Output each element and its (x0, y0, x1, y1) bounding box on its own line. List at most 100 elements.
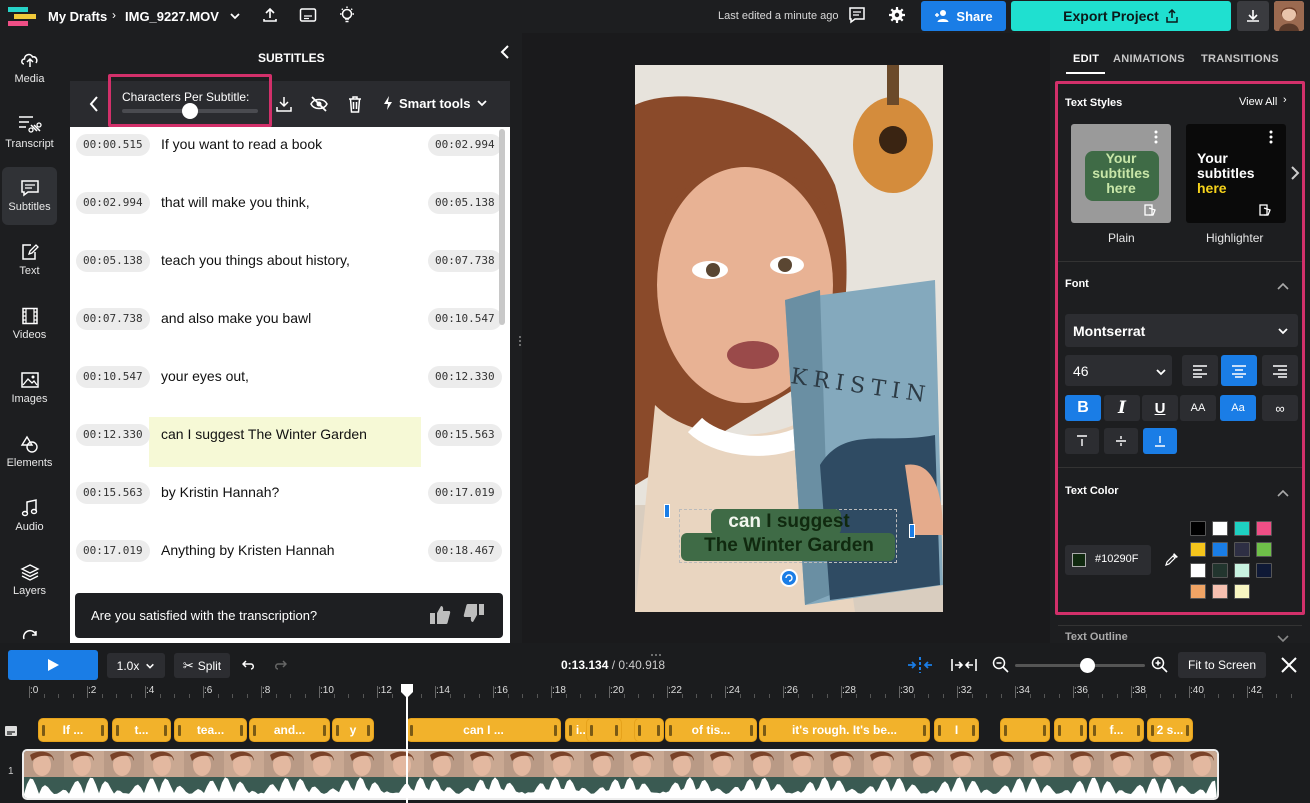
more-options-icon[interactable] (1268, 130, 1274, 149)
subtitle-row[interactable]: 00:12.330 can I suggest The Winter Garden… (70, 417, 502, 475)
subtitle-row[interactable]: 00:17.019 Anything by Kristen Hannah 00:18… (70, 533, 502, 591)
color-swatch[interactable] (1212, 584, 1228, 599)
subtitle-clip[interactable] (634, 718, 664, 742)
rotate-handle-icon[interactable] (780, 569, 798, 587)
zoom-in-icon[interactable] (1151, 656, 1169, 679)
align-left-button[interactable] (1182, 355, 1218, 386)
fit-arrows-icon[interactable] (950, 656, 978, 679)
zoom-slider-thumb[interactable] (1079, 658, 1095, 673)
end-timestamp[interactable]: 00:10.547 (428, 308, 502, 330)
valign-middle-button[interactable] (1104, 428, 1138, 454)
close-timeline-icon[interactable] (1280, 656, 1298, 679)
sidebar-item-layers[interactable]: Layers (2, 551, 57, 609)
upload-icon[interactable] (261, 6, 279, 29)
align-center-button[interactable] (1221, 355, 1257, 386)
video-track-clip[interactable] (22, 749, 1219, 800)
subtitle-text[interactable]: that will make you think, (161, 194, 310, 210)
end-timestamp[interactable]: 00:07.738 (428, 250, 502, 272)
settings-gear-icon[interactable] (888, 6, 906, 29)
subtitle-clip[interactable]: can I ... (406, 718, 561, 742)
color-swatch[interactable] (1190, 584, 1206, 599)
thumbs-down-icon[interactable] (463, 603, 485, 628)
end-timestamp[interactable]: 00:15.563 (428, 424, 502, 446)
start-timestamp[interactable]: 00:07.738 (76, 308, 150, 330)
ligature-button[interactable]: ∞ (1262, 395, 1298, 421)
color-swatch[interactable] (1234, 563, 1250, 578)
color-swatch[interactable] (1256, 563, 1272, 578)
back-arrow-icon[interactable] (88, 95, 100, 118)
color-swatch[interactable] (1212, 521, 1228, 536)
subtitle-clip[interactable]: it's rough. It's be... (759, 718, 930, 742)
color-swatch[interactable] (1256, 542, 1272, 557)
sentence-case-button[interactable]: Aa (1220, 395, 1256, 421)
video-canvas[interactable]: KRISTIN HANNAH can I suggest The Winter … (635, 65, 943, 612)
valign-top-button[interactable] (1065, 428, 1099, 454)
delete-trash-icon[interactable] (346, 94, 364, 119)
bold-button[interactable]: B (1065, 395, 1101, 421)
eyedropper-icon[interactable] (1165, 552, 1179, 571)
snap-split-icon[interactable] (906, 656, 934, 679)
subtitle-clip[interactable]: f... (1089, 718, 1144, 742)
color-swatch[interactable] (1212, 563, 1228, 578)
subtitle-clip[interactable]: tea... (174, 718, 247, 742)
subtitle-clip[interactable]: of tis... (665, 718, 757, 742)
start-timestamp[interactable]: 00:00.515 (76, 134, 150, 156)
captions-icon[interactable] (299, 7, 317, 28)
start-timestamp[interactable]: 00:05.138 (76, 250, 150, 272)
export-project-button[interactable]: Export Project (1011, 1, 1231, 31)
app-logo[interactable] (8, 6, 38, 33)
start-timestamp[interactable]: 00:15.563 (76, 482, 150, 504)
subtitle-row[interactable]: 00:07.738 and also make you bawl 00:10.547 (70, 301, 502, 359)
color-swatch[interactable] (1190, 521, 1206, 536)
subtitle-text[interactable]: Anything by Kristen Hannah (161, 542, 335, 558)
font-size-select[interactable]: 46 (1065, 355, 1172, 386)
start-timestamp[interactable]: 00:12.330 (76, 424, 150, 446)
color-swatch[interactable] (1234, 521, 1250, 536)
sidebar-item-media[interactable]: Media (2, 39, 57, 97)
subtitle-row[interactable]: 00:15.563 by Kristin Hannah? 00:17.019 (70, 475, 502, 533)
breadcrumb-root[interactable]: My Drafts (48, 9, 107, 24)
subtitle-row[interactable]: 00:05.138 teach you things about history,… (70, 243, 502, 301)
redo-icon[interactable] (273, 658, 288, 676)
start-timestamp[interactable]: 00:17.019 (76, 540, 150, 562)
subtitle-clip[interactable]: 2 s... (1147, 718, 1193, 742)
sidebar-item-elements[interactable]: Elements (2, 423, 57, 481)
undo-icon[interactable] (241, 658, 256, 676)
sidebar-item-audio[interactable]: Audio (2, 487, 57, 545)
subtitle-clip[interactable] (1054, 718, 1087, 742)
end-timestamp[interactable]: 00:02.994 (428, 134, 502, 156)
download-subtitles-icon[interactable] (275, 95, 293, 118)
underline-button[interactable]: U (1142, 395, 1178, 421)
italic-button[interactable]: I (1104, 395, 1140, 421)
valign-bottom-button[interactable] (1143, 428, 1177, 454)
subtitle-clip[interactable]: y (332, 718, 374, 742)
lightbulb-icon[interactable] (337, 5, 357, 30)
end-timestamp[interactable]: 00:18.467 (428, 540, 502, 562)
style-card-plain[interactable]: Your subtitles here (1071, 124, 1171, 223)
list-scrollbar[interactable] (499, 129, 505, 325)
subtitle-row[interactable]: 00:00.515 If you want to read a book 00:02… (70, 127, 502, 185)
subtitle-clip[interactable] (586, 718, 622, 742)
smart-tools-dropdown[interactable]: Smart tools (382, 95, 488, 111)
sidebar-item-images[interactable]: Images (2, 359, 57, 417)
download-button[interactable] (1237, 1, 1269, 31)
chevron-down-icon[interactable] (229, 9, 241, 27)
subtitle-clip[interactable]: and... (249, 718, 330, 742)
playhead-marker-icon[interactable] (400, 683, 414, 704)
subtitle-text[interactable]: If you want to read a book (161, 136, 322, 152)
sidebar-item-transcript[interactable]: Transcript (2, 103, 57, 161)
subtitle-clip[interactable] (1000, 718, 1050, 742)
end-timestamp[interactable]: 00:17.019 (428, 482, 502, 504)
collapse-color-icon[interactable] (1277, 485, 1289, 503)
style-card-highlighter[interactable]: Your subtitles here (1186, 124, 1286, 223)
subtitle-text[interactable]: can I suggest The Winter Garden (161, 426, 367, 442)
more-options-icon[interactable] (1153, 130, 1159, 149)
uppercase-button[interactable]: AA (1180, 395, 1216, 421)
thumbs-up-icon[interactable] (429, 605, 451, 630)
color-swatch[interactable] (1190, 563, 1206, 578)
end-timestamp[interactable]: 00:12.330 (428, 366, 502, 388)
text-color-input[interactable]: #10290F (1065, 545, 1151, 575)
start-timestamp[interactable]: 00:10.547 (76, 366, 150, 388)
playback-speed-select[interactable]: 1.0x (107, 653, 165, 678)
tab-transitions[interactable]: TRANSITIONS (1201, 53, 1279, 65)
